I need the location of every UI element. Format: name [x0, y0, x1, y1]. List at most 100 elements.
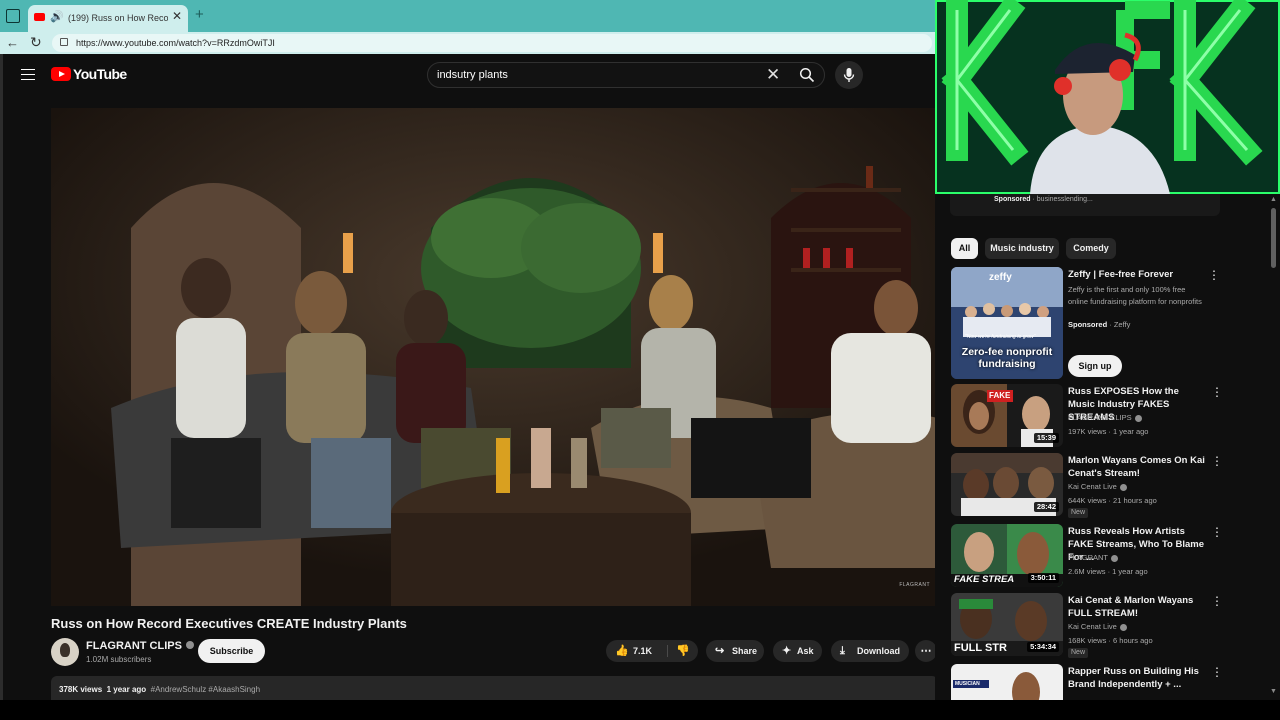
youtube-page: YouTube indsutry plants ✕ FLAGRANT Russ …	[0, 54, 938, 700]
tab-actions-icon[interactable]	[6, 9, 20, 23]
recommendation-item[interactable]: FAKE 15:39 Russ EXPOSES How the Music In…	[951, 384, 1251, 448]
search-query[interactable]: indsutry plants	[437, 68, 508, 82]
like-button[interactable]: 👍 7.1K	[606, 640, 667, 662]
video-thumbnail[interactable]: MUSICIAN	[951, 664, 1063, 700]
recommendation-channel-name[interactable]: Kai Cenat Live	[1068, 622, 1117, 631]
ad-thumb-caption: Zero-fee nonprofit fundraising	[961, 346, 1053, 370]
kebab-menu-icon[interactable]: ⋮	[1208, 268, 1220, 282]
youtube-logo-icon[interactable]	[51, 67, 71, 81]
recommendation-title[interactable]: Marlon Wayans Comes On Kai Cenat's Strea…	[1068, 454, 1208, 480]
kebab-menu-icon[interactable]: ⋮	[1211, 454, 1223, 468]
scroll-up-icon[interactable]: ▲	[1270, 196, 1277, 204]
channel-avatar[interactable]	[51, 638, 79, 666]
recommendation-stats: 644K views · 21 hours ago	[1068, 496, 1157, 505]
recommendation-channel[interactable]: Kai Cenat Live	[1068, 622, 1127, 632]
url-text[interactable]: https://www.youtube.com/watch?v=RRzdmOwi…	[76, 36, 275, 50]
chip-all[interactable]: All	[951, 238, 978, 259]
ad-description: Zeffy is the first and only 100% free on…	[1068, 285, 1202, 306]
tab-title: (199) Russ on How Record Exec...	[68, 13, 168, 23]
back-arrow-icon[interactable]: ←	[6, 34, 19, 52]
video-player[interactable]: FLAGRANT	[51, 108, 938, 606]
webcam-overlay	[935, 0, 1280, 194]
search-icon	[799, 67, 815, 83]
kebab-menu-icon[interactable]: ⋮	[1211, 525, 1223, 539]
video-thumbnail[interactable]: 28:42	[951, 453, 1063, 516]
recommendation-channel[interactable]: Kai Cenat Live	[1068, 482, 1127, 492]
recommendation-title[interactable]: Rapper Russ on Building His Brand Indepe…	[1068, 665, 1208, 691]
recommendation-channel-name[interactable]: FLAGRANT	[1068, 553, 1108, 562]
youtube-logo-text[interactable]: YouTube	[73, 66, 127, 83]
more-actions-button[interactable]: ⋯	[915, 640, 937, 662]
video-title: Russ on How Record Executives CREATE Ind…	[51, 616, 407, 631]
tab-close-icon[interactable]: ✕	[172, 9, 182, 23]
reload-icon[interactable]: ↻	[30, 33, 42, 51]
sign-up-button[interactable]: Sign up	[1068, 355, 1122, 377]
verified-icon	[1119, 483, 1127, 491]
webcam-feed	[935, 0, 1280, 194]
search-input[interactable]: indsutry plants ✕	[427, 62, 825, 88]
recommendation-item[interactable]: FULL STR 5:34:34 Kai Cenat & Marlon Waya…	[951, 593, 1251, 658]
sparkle-icon: ✦	[782, 645, 792, 657]
recommendation-stats: 168K views · 6 hours ago	[1068, 636, 1153, 645]
bottom-letterbox	[0, 700, 1280, 720]
menu-icon[interactable]	[21, 69, 35, 80]
sidebar-scrollbar[interactable]: ▲ ▼	[1267, 194, 1280, 700]
recommendation-item[interactable]: MUSICIAN Rapper Russ on Building His Bra…	[951, 664, 1251, 700]
dislike-button[interactable]: 👎	[668, 640, 698, 662]
verified-icon	[1111, 554, 1119, 562]
site-info-icon[interactable]	[60, 38, 68, 46]
recommendation-channel-name[interactable]: FLAGRANT CLIPS	[1068, 413, 1132, 422]
thumbnail-text: MUSICIAN	[955, 681, 980, 687]
chip-music-industry[interactable]: Music industry	[985, 238, 1059, 259]
sponsored-strip[interactable]: Sponsored · businesslending...	[950, 194, 1220, 216]
sponsored-ad-card[interactable]: zeffy "Now we're fundraising to grow" Ze…	[951, 267, 1241, 379]
subscribe-button[interactable]: Subscribe	[198, 639, 265, 663]
recommendation-item[interactable]: 28:42 Marlon Wayans Comes On Kai Cenat's…	[951, 453, 1251, 518]
scroll-thumb[interactable]	[1271, 208, 1276, 268]
channel-name[interactable]: FLAGRANT CLIPS	[86, 640, 194, 653]
new-tab-button[interactable]: +	[195, 7, 204, 23]
clear-search-icon[interactable]: ✕	[766, 66, 780, 84]
ad-title[interactable]: Zeffy | Fee-free Forever	[1068, 269, 1173, 281]
kebab-menu-icon[interactable]: ⋮	[1211, 665, 1223, 679]
recommendation-item[interactable]: FAKE STREA 3:50:11 Russ Reveals How Arti…	[951, 524, 1251, 588]
share-icon: ↪	[715, 645, 725, 657]
ad-advertiser: · Zeffy	[1109, 320, 1131, 329]
recommendation-channel-name[interactable]: Kai Cenat Live	[1068, 482, 1117, 491]
voice-search-button[interactable]	[835, 61, 863, 89]
chip-comedy[interactable]: Comedy	[1066, 238, 1116, 259]
video-duration: 28:42	[1033, 502, 1059, 512]
sponsored-strip-text: Sponsored · businesslending...	[994, 195, 1093, 205]
recommendation-title[interactable]: Kai Cenat & Marlon Wayans FULL STREAM!	[1068, 594, 1208, 620]
new-badge: New	[1068, 648, 1089, 658]
zeffy-logo: zeffy	[989, 272, 1012, 283]
kebab-menu-icon[interactable]: ⋮	[1211, 594, 1223, 608]
share-button[interactable]: ↪ Share	[706, 640, 764, 662]
recommendation-stats: 2.6M views · 1 year ago	[1068, 567, 1148, 576]
ad-sponsor-line: Sponsored · Zeffy	[1068, 320, 1130, 330]
ad-thumbnail[interactable]: zeffy "Now we're fundraising to grow" Ze…	[951, 267, 1063, 379]
speaker-icon[interactable]: 🔊	[50, 10, 64, 24]
ad-sponsored-label: Sponsored	[1068, 320, 1108, 329]
scroll-down-icon[interactable]: ▼	[1270, 688, 1277, 696]
browser-tab[interactable]: 🔊 (199) Russ on How Record Exec... ✕	[28, 5, 188, 32]
video-thumbnail[interactable]: FULL STR 5:34:34	[951, 593, 1063, 656]
recommendation-channel[interactable]: FLAGRANT CLIPS	[1068, 413, 1142, 423]
thumbnail-text: FAKE STREA	[954, 574, 1015, 585]
recommendation-channel[interactable]: FLAGRANT	[1068, 553, 1119, 563]
kebab-menu-icon[interactable]: ⋮	[1211, 385, 1223, 399]
recommendations-sidebar: Sponsored · businesslending... All Music…	[935, 194, 1280, 700]
search-button[interactable]	[790, 63, 824, 87]
subscriber-count: 1.02M subscribers	[86, 655, 152, 664]
description-box[interactable]: 378K views 1 year ago #AndrewSchulz #Aka…	[51, 676, 938, 700]
thumbs-down-icon: 👎	[676, 645, 690, 657]
description-meta: 378K views 1 year ago #AndrewSchulz #Aka…	[59, 684, 260, 696]
video-thumbnail[interactable]: FAKE STREA 3:50:11	[951, 524, 1063, 587]
channel-name-text[interactable]: FLAGRANT CLIPS	[86, 640, 182, 652]
url-field[interactable]: https://www.youtube.com/watch?v=RRzdmOwi…	[52, 34, 932, 52]
ask-button[interactable]: ✦ Ask	[773, 640, 822, 662]
more-icon: ⋯	[920, 645, 932, 657]
download-button[interactable]: ⤓ Download	[831, 640, 909, 662]
video-thumbnail[interactable]: FAKE 15:39	[951, 384, 1063, 447]
hashtags[interactable]: #AndrewSchulz #AkaashSingh	[151, 685, 260, 694]
